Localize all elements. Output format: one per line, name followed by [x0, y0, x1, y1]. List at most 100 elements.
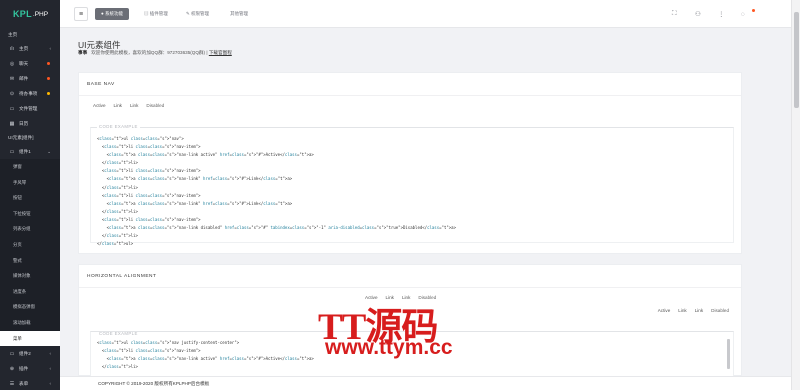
sidebar-subitem[interactable]: 媒体对象 [0, 268, 60, 284]
sidebar-item-label: 插件 [19, 365, 29, 371]
fullscreen-icon[interactable]: ⛶ [672, 0, 677, 28]
code-line: <class="t">li class=class="s">"nav-item"… [97, 348, 201, 354]
code-line: <class="t">a class=class="s">"nav-link" … [97, 200, 293, 206]
topbar: ≡ ● 系统功能 ▤ 插件管理 ✎ 权限管理 其他管理 ⛶ ⚇ ⋮ ◌ [60, 0, 800, 28]
chat-icon: ◎ [9, 60, 15, 67]
code-line: <class="t">a class=class="s">"nav-link a… [97, 356, 314, 362]
sidebar-subitem[interactable]: 分页 [0, 236, 60, 253]
chevron-left-icon: ‹ [49, 381, 52, 387]
hamburger-icon: ≡ [78, 10, 84, 18]
sidebar-item-1[interactable]: ◎ 聊天 [0, 56, 60, 71]
tab-permission-manage[interactable]: ✎ 权限管理 [186, 0, 209, 28]
nav-link[interactable]: Link [691, 308, 707, 313]
sidebar-item-2[interactable]: ✉ 邮件 [0, 71, 60, 86]
sidebar-item-5[interactable]: ▦ 日历 [0, 116, 60, 131]
code-block: <class="t">ul class=class="s">"nav justi… [97, 339, 314, 371]
notice-link[interactable]: 下载官图程 [209, 50, 232, 55]
code-line: </class="t">li> [97, 233, 138, 239]
status-dot [47, 92, 50, 95]
menu-toggle-button[interactable]: ≡ [74, 7, 88, 21]
code-line: <class="t">li class=class="s">"nav-item"… [97, 168, 201, 174]
code-line: </class="t">li> [97, 208, 138, 214]
sidebar-subitem[interactable]: 弹窗 [0, 159, 60, 175]
sidebar: KPL .PHP 主页 ılı 主页 ‹ ◎ 聊天 ✉ 邮件 ⊙ 待办事项 ▭ 文件管理 ▦ 日历 UI元… [0, 0, 60, 390]
sidebar-item-label: 主页 [19, 45, 29, 51]
sidebar-subitem[interactable]: 模拟态弹窗 [0, 299, 60, 315]
card-base-nav: BASE NAV Active Link Link Disabled CODE … [78, 72, 742, 254]
logo-kpl: KPL [13, 9, 32, 19]
sidebar-item-group1[interactable]: ▭ 组件1 ⌄ [0, 144, 60, 159]
sidebar-subitem[interactable]: 警式 [0, 252, 60, 269]
sidebar-subitem[interactable]: 菜单 [0, 330, 60, 347]
settings-icon[interactable]: ⋮ [718, 0, 725, 28]
sidebar-section-ui: UI元素[组件] [8, 135, 34, 140]
sidebar-item-label: 文件管理 [19, 105, 38, 111]
code-line: <class="t">li class=class="s">"nav-item"… [97, 216, 201, 222]
sidebar-item-form[interactable]: ☰ 表单 ‹ [0, 376, 60, 390]
plugin-icon: ⊕ [9, 365, 15, 372]
sidebar-subitem[interactable]: 进度条 [0, 283, 60, 300]
user-icon[interactable]: ⚇ [695, 0, 701, 28]
sidebar-subitem[interactable]: 滚动加载 [0, 314, 60, 331]
page-scrollbar[interactable] [791, 0, 800, 390]
code-line: <class="t">ul class=class="s">"nav"> [97, 136, 184, 141]
sidebar-item-plugin[interactable]: ⊕ 插件 ‹ [0, 361, 60, 376]
home-tab-button[interactable]: ● 系统功能 [95, 8, 129, 20]
tab-plugin-manage[interactable]: ▤ 插件管理 [144, 0, 168, 28]
calendar-icon: ▦ [9, 120, 15, 127]
notice-text: 欢迎你使用此模板，喜欢的加QQ群：972703635(QQ群) [91, 50, 206, 55]
code-line: <class="t">a class=class="s">"nav-link d… [97, 225, 456, 231]
sidebar-item-3[interactable]: ⊙ 待办事项 [0, 86, 60, 101]
sidebar-subitem[interactable]: 下拉按钮 [0, 205, 60, 222]
sidebar-item-label: 组件1 [19, 148, 31, 154]
code-block: <class="t">ul class=class="s">"nav"> <cl… [97, 135, 456, 248]
chevron-left-icon: ‹ [49, 366, 52, 372]
nav-link-active[interactable]: Active [89, 103, 110, 108]
code-line: <class="t">li class=class="s">"nav-item"… [97, 192, 201, 198]
tab-other-manage[interactable]: 其他管理 [230, 0, 248, 28]
card-heading: HORIZONTAL ALIGNMENT [79, 265, 741, 288]
notice-lead: 事事 [78, 50, 88, 55]
code-line: </class="t">li> [97, 160, 138, 166]
nav-link[interactable]: Link [110, 103, 126, 108]
notification-icon[interactable]: ◌ [741, 0, 745, 28]
form-icon: ☰ [9, 380, 15, 387]
sidebar-item-label: 待办事项 [19, 90, 38, 96]
sidebar-subitem[interactable]: 按钮 [0, 190, 60, 206]
status-dot [47, 77, 50, 80]
sidebar-subitem[interactable]: 手风琴 [0, 174, 60, 191]
code-line: <class="t">a class=class="s">"nav-link a… [97, 152, 314, 158]
nav-link-disabled: Disabled [711, 308, 729, 313]
sidebar-item-group2[interactable]: ▭ 组件2 ‹ [0, 346, 60, 361]
logo-php: .PHP [32, 10, 49, 18]
sidebar-item-label: 聊天 [19, 60, 29, 66]
todo-icon: ⊙ [9, 90, 15, 97]
chevron-down-icon: ⌄ [47, 148, 51, 154]
code-example-label: CODE EXAMPLE [97, 124, 140, 129]
code-line: <class="t">li class=class="s">"nav-item"… [97, 144, 201, 150]
code-scrollbar[interactable] [727, 339, 730, 369]
nav-link[interactable]: Link [126, 103, 142, 108]
scrollbar-thumb[interactable] [794, 12, 799, 108]
code-example-box: CODE EXAMPLE <class="t">ul class=class="… [90, 124, 734, 246]
sidebar-subitem[interactable]: 列表分组 [0, 221, 60, 237]
page-notice: 事事 欢迎你使用此模板，喜欢的加QQ群：972703635(QQ群) | 下载官图… [78, 50, 232, 55]
card-heading: BASE NAV [79, 73, 741, 96]
nav-link-disabled: Disabled [146, 103, 165, 108]
code-line: </class="t">li> [97, 184, 138, 190]
notification-dot [752, 9, 755, 12]
nav-link-active[interactable]: Active [654, 308, 675, 313]
sidebar-item-4[interactable]: ▭ 文件管理 [0, 101, 60, 116]
file-icon: ▭ [9, 105, 15, 112]
nav-link[interactable]: Link [674, 308, 690, 313]
right-nav-demo: Active Link Link Disabled [654, 308, 733, 313]
code-line: </class="t">li> [97, 364, 138, 370]
base-nav-demo: Active Link Link Disabled [89, 103, 168, 108]
sidebar-item-0[interactable]: ılı 主页 ‹ [0, 41, 60, 56]
monitor-icon: ▭ [9, 148, 15, 155]
code-line: <class="t">a class=class="s">"nav-link" … [97, 176, 293, 182]
sidebar-section-main: 主页 [8, 32, 18, 37]
bar-chart-icon: ılı [10, 45, 14, 52]
status-dot [47, 62, 50, 65]
logo[interactable]: KPL .PHP [0, 0, 60, 28]
